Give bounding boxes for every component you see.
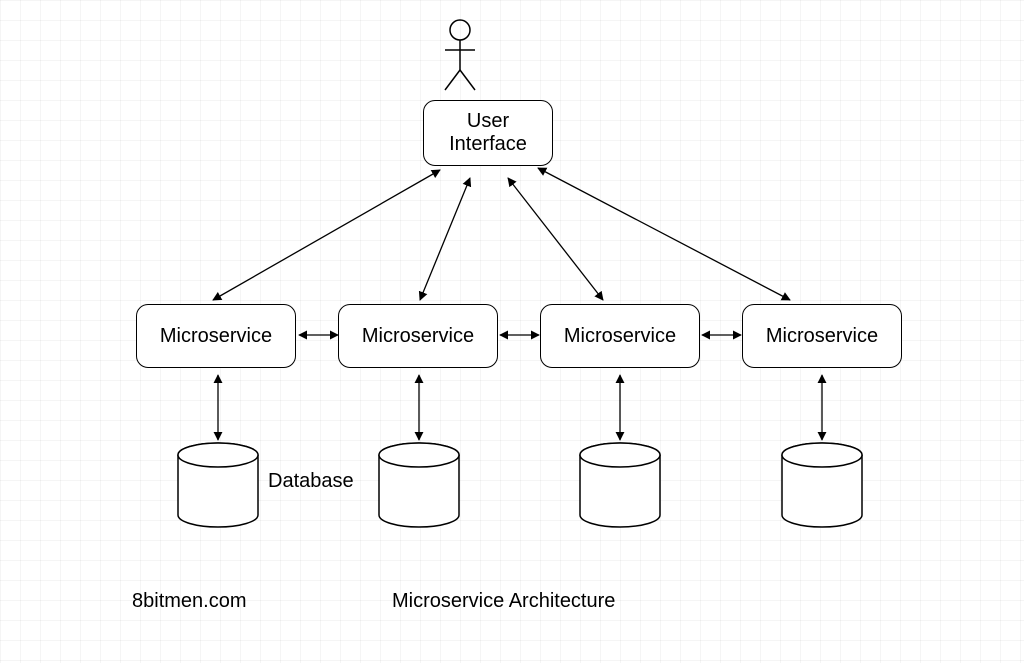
database-cylinder-2 [379, 443, 459, 527]
database-cylinder-1 [178, 443, 258, 527]
user-actor-icon [445, 20, 475, 90]
attribution-label: 8bitmen.com [132, 590, 247, 613]
connector-ui-ms4 [538, 168, 790, 300]
connector-ui-ms3 [508, 178, 603, 300]
diagram-title: Microservice Architecture [392, 590, 615, 613]
database-cylinder-3 [580, 443, 660, 527]
connector-ui-ms1 [213, 170, 440, 300]
connector-ui-ms2 [420, 178, 470, 300]
microservice-box-4: Microservice [742, 304, 902, 368]
microservice-box-1: Microservice [136, 304, 296, 368]
user-interface-box: User Interface [423, 100, 553, 166]
database-label: Database [268, 470, 354, 493]
microservice-box-3: Microservice [540, 304, 700, 368]
database-cylinder-4 [782, 443, 862, 527]
microservice-box-2: Microservice [338, 304, 498, 368]
